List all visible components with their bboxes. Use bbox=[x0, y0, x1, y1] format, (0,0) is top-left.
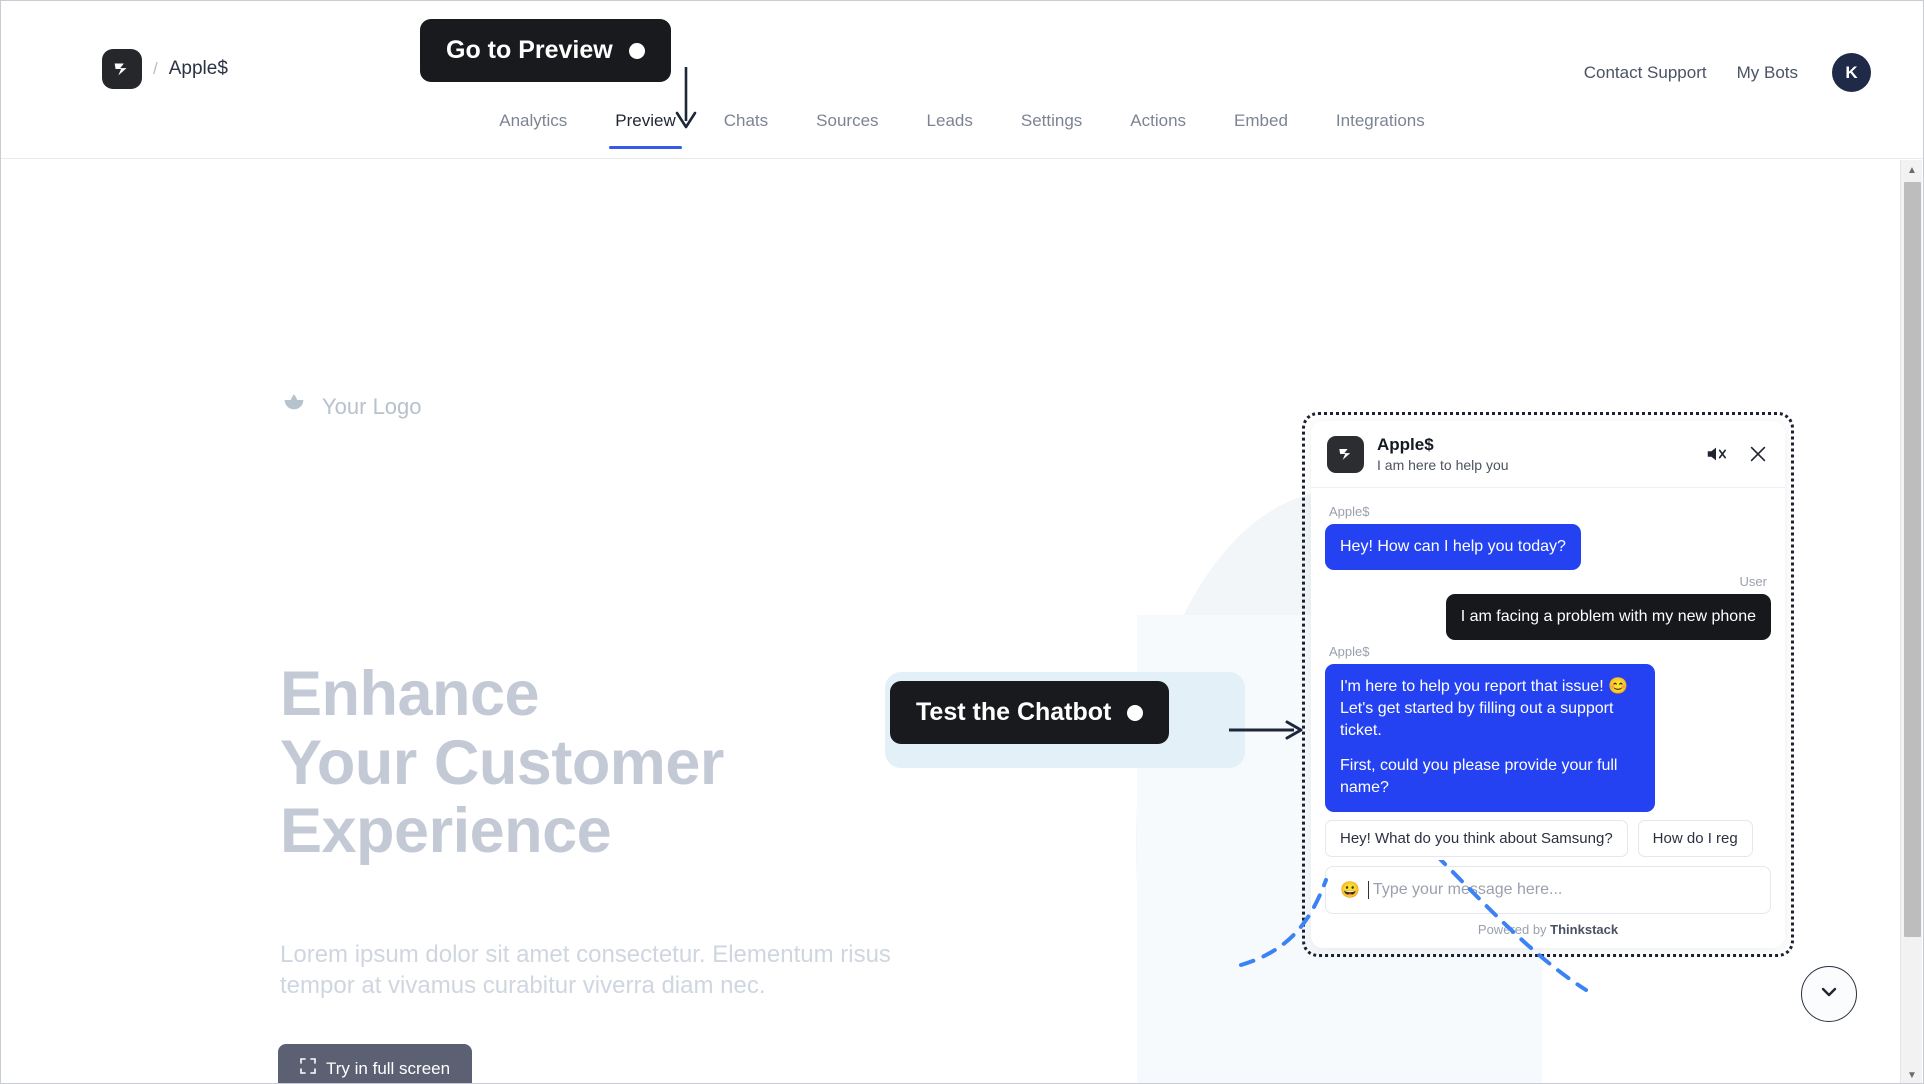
close-icon[interactable] bbox=[1747, 443, 1769, 465]
breadcrumb-separator: / bbox=[153, 59, 158, 78]
bot-message-bubble: I'm here to help you report that issue! … bbox=[1325, 664, 1655, 812]
scrollbar-down-arrow[interactable]: ▼ bbox=[1901, 1065, 1923, 1083]
nav-tabs: Analytics Preview Chats Sources Leads Se… bbox=[1, 111, 1923, 149]
chat-input-placeholder: Type your message here... bbox=[1372, 881, 1563, 898]
headline-line-1: Enhance bbox=[280, 659, 540, 729]
bot-message-bubble: Hey! How can I help you today? bbox=[1325, 524, 1581, 571]
tab-settings[interactable]: Settings bbox=[997, 111, 1106, 149]
tab-embed[interactable]: Embed bbox=[1210, 111, 1312, 149]
try-in-full-screen-label: Try in full screen bbox=[326, 1058, 451, 1078]
droplet-logo-icon bbox=[284, 394, 304, 410]
suggested-reply-chip[interactable]: Hey! What do you think about Samsung? bbox=[1325, 820, 1628, 857]
chat-widget-highlight: Apple$ I am here to help you Apple$ Hey!… bbox=[1302, 412, 1794, 957]
headline-line-3: Experience bbox=[280, 796, 612, 867]
callout-test-the-chatbot[interactable]: Test the Chatbot bbox=[890, 681, 1170, 744]
powered-by-label: Powered by Thinkstack bbox=[1311, 922, 1785, 948]
scrollbar-up-arrow[interactable]: ▲ bbox=[1901, 160, 1923, 180]
app-root: / Apple$ Contact Support My Bots K Analy… bbox=[0, 0, 1924, 1084]
chat-widget: Apple$ I am here to help you Apple$ Hey!… bbox=[1311, 421, 1785, 948]
tab-analytics[interactable]: Analytics bbox=[475, 111, 591, 149]
chat-widget-actions bbox=[1705, 443, 1769, 465]
headline-line-2: Your Customer bbox=[280, 727, 724, 798]
tab-preview[interactable]: Preview bbox=[591, 111, 699, 149]
powered-by-brand: Thinkstack bbox=[1550, 922, 1619, 937]
message-row: I am facing a problem with my new phone bbox=[1325, 594, 1771, 641]
my-bots-link[interactable]: My Bots bbox=[1737, 63, 1798, 83]
try-in-full-screen-button[interactable]: Try in full screen bbox=[278, 1044, 473, 1083]
avatar[interactable]: K bbox=[1832, 53, 1871, 92]
chat-widget-titles: Apple$ I am here to help you bbox=[1377, 435, 1509, 473]
callout-go-to-preview[interactable]: Go to Preview bbox=[420, 19, 671, 82]
mute-icon[interactable] bbox=[1705, 443, 1727, 465]
hero-subtext: Lorem ipsum dolor sit amet consectetur. … bbox=[280, 941, 891, 999]
bot-message-paragraph: I'm here to help you report that issue! … bbox=[1340, 678, 1629, 740]
callout-preview-label: Go to Preview bbox=[446, 36, 613, 64]
callout-test-label: Test the Chatbot bbox=[916, 698, 1112, 726]
text-caret bbox=[1367, 881, 1369, 899]
tab-leads[interactable]: Leads bbox=[903, 111, 997, 149]
chat-widget-subtitle: I am here to help you bbox=[1377, 457, 1509, 473]
user-message-bubble: I am facing a problem with my new phone bbox=[1445, 594, 1771, 641]
suggested-replies: Hey! What do you think about Samsung? Ho… bbox=[1311, 820, 1785, 866]
chat-widget-header: Apple$ I am here to help you bbox=[1311, 421, 1785, 488]
contact-support-link[interactable]: Contact Support bbox=[1584, 63, 1707, 83]
top-bar: / Apple$ Contact Support My Bots K Analy… bbox=[1, 1, 1923, 159]
message-row: I'm here to help you report that issue! … bbox=[1325, 664, 1771, 812]
chat-message: User I am facing a problem with my new p… bbox=[1325, 574, 1771, 641]
powered-by-prefix: Powered by bbox=[1477, 922, 1551, 937]
chat-bot-avatar-icon bbox=[1327, 435, 1364, 473]
scrollbar-thumb[interactable] bbox=[1904, 182, 1921, 937]
callout-dot-icon bbox=[1127, 704, 1144, 721]
page-title: Enhance Your Customer Experience bbox=[280, 660, 724, 866]
preview-canvas: Your Logo Enhance Your Customer Experien… bbox=[1, 160, 1923, 1083]
chat-widget-title: Apple$ bbox=[1377, 435, 1434, 454]
breadcrumb: / Apple$ bbox=[102, 49, 228, 89]
your-logo-label: Your Logo bbox=[322, 394, 422, 419]
tab-sources[interactable]: Sources bbox=[792, 111, 902, 149]
tab-actions[interactable]: Actions bbox=[1106, 111, 1210, 149]
your-logo-placeholder: Your Logo bbox=[280, 393, 422, 421]
chat-message: Apple$ Hey! How can I help you today? bbox=[1325, 504, 1771, 571]
chat-message: Apple$ I'm here to help you report that … bbox=[1325, 644, 1771, 812]
emoji-icon[interactable]: 😀 bbox=[1340, 880, 1360, 900]
message-sender-label: User bbox=[1739, 574, 1767, 590]
thinkstack-logo-icon[interactable] bbox=[102, 49, 142, 89]
bot-message-paragraph: First, could you please provide your ful… bbox=[1340, 757, 1618, 797]
tab-chats[interactable]: Chats bbox=[700, 111, 792, 149]
suggested-reply-chip[interactable]: How do I reg bbox=[1637, 820, 1753, 857]
chevron-down-icon bbox=[1817, 980, 1841, 1009]
expand-icon bbox=[300, 1058, 316, 1079]
message-sender-label: Apple$ bbox=[1329, 644, 1370, 660]
message-row: Hey! How can I help you today? bbox=[1325, 524, 1771, 571]
chat-message-list: Apple$ Hey! How can I help you today? Us… bbox=[1311, 488, 1785, 820]
top-bar-actions: Contact Support My Bots K bbox=[1584, 53, 1871, 92]
callout-dot-icon bbox=[628, 42, 645, 59]
page-scrollbar[interactable]: ▲ ▼ bbox=[1900, 160, 1923, 1083]
message-sender-label: Apple$ bbox=[1329, 504, 1370, 519]
chat-input-row[interactable]: 😀 Type your message here... bbox=[1325, 866, 1771, 914]
scroll-to-bottom-button[interactable] bbox=[1801, 966, 1857, 1022]
breadcrumb-bot-name: Apple$ bbox=[168, 58, 228, 79]
tab-integrations[interactable]: Integrations bbox=[1312, 111, 1449, 149]
